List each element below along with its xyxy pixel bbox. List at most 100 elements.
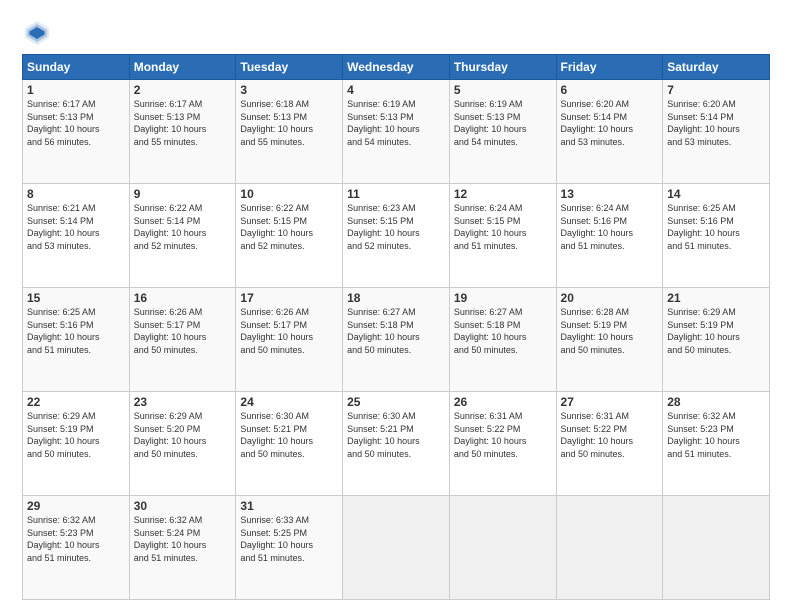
calendar-week-row: 8 Sunrise: 6:21 AM Sunset: 5:14 PM Dayli…	[23, 184, 770, 288]
calendar-cell: 12 Sunrise: 6:24 AM Sunset: 5:15 PM Dayl…	[449, 184, 556, 288]
calendar-cell: 5 Sunrise: 6:19 AM Sunset: 5:13 PM Dayli…	[449, 80, 556, 184]
day-content: Sunrise: 6:27 AM Sunset: 5:18 PM Dayligh…	[347, 306, 445, 356]
day-content: Sunrise: 6:24 AM Sunset: 5:15 PM Dayligh…	[454, 202, 552, 252]
day-number: 19	[454, 291, 552, 305]
calendar-week-row: 15 Sunrise: 6:25 AM Sunset: 5:16 PM Dayl…	[23, 288, 770, 392]
calendar-week-row: 22 Sunrise: 6:29 AM Sunset: 5:19 PM Dayl…	[23, 392, 770, 496]
day-content: Sunrise: 6:25 AM Sunset: 5:16 PM Dayligh…	[667, 202, 765, 252]
calendar-week-row: 1 Sunrise: 6:17 AM Sunset: 5:13 PM Dayli…	[23, 80, 770, 184]
day-number: 17	[240, 291, 338, 305]
calendar-cell: 30 Sunrise: 6:32 AM Sunset: 5:24 PM Dayl…	[129, 496, 236, 600]
day-number: 24	[240, 395, 338, 409]
weekday-header-tuesday: Tuesday	[236, 55, 343, 80]
calendar-cell: 23 Sunrise: 6:29 AM Sunset: 5:20 PM Dayl…	[129, 392, 236, 496]
day-number: 15	[27, 291, 125, 305]
calendar-cell: 10 Sunrise: 6:22 AM Sunset: 5:15 PM Dayl…	[236, 184, 343, 288]
day-number: 11	[347, 187, 445, 201]
day-content: Sunrise: 6:21 AM Sunset: 5:14 PM Dayligh…	[27, 202, 125, 252]
day-content: Sunrise: 6:29 AM Sunset: 5:20 PM Dayligh…	[134, 410, 232, 460]
calendar-cell: 7 Sunrise: 6:20 AM Sunset: 5:14 PM Dayli…	[663, 80, 770, 184]
calendar-cell: 20 Sunrise: 6:28 AM Sunset: 5:19 PM Dayl…	[556, 288, 663, 392]
day-content: Sunrise: 6:31 AM Sunset: 5:22 PM Dayligh…	[561, 410, 659, 460]
day-content: Sunrise: 6:31 AM Sunset: 5:22 PM Dayligh…	[454, 410, 552, 460]
calendar-cell: 31 Sunrise: 6:33 AM Sunset: 5:25 PM Dayl…	[236, 496, 343, 600]
calendar-cell	[663, 496, 770, 600]
logo-icon	[22, 18, 52, 48]
weekday-header-row: SundayMondayTuesdayWednesdayThursdayFrid…	[23, 55, 770, 80]
calendar-cell: 27 Sunrise: 6:31 AM Sunset: 5:22 PM Dayl…	[556, 392, 663, 496]
calendar-cell: 11 Sunrise: 6:23 AM Sunset: 5:15 PM Dayl…	[343, 184, 450, 288]
day-number: 26	[454, 395, 552, 409]
day-number: 4	[347, 83, 445, 97]
day-content: Sunrise: 6:32 AM Sunset: 5:23 PM Dayligh…	[667, 410, 765, 460]
calendar-cell: 16 Sunrise: 6:26 AM Sunset: 5:17 PM Dayl…	[129, 288, 236, 392]
day-number: 10	[240, 187, 338, 201]
day-content: Sunrise: 6:17 AM Sunset: 5:13 PM Dayligh…	[27, 98, 125, 148]
day-number: 22	[27, 395, 125, 409]
calendar-week-row: 29 Sunrise: 6:32 AM Sunset: 5:23 PM Dayl…	[23, 496, 770, 600]
day-content: Sunrise: 6:22 AM Sunset: 5:15 PM Dayligh…	[240, 202, 338, 252]
day-number: 25	[347, 395, 445, 409]
day-number: 12	[454, 187, 552, 201]
calendar-cell: 8 Sunrise: 6:21 AM Sunset: 5:14 PM Dayli…	[23, 184, 130, 288]
day-number: 2	[134, 83, 232, 97]
day-number: 6	[561, 83, 659, 97]
day-content: Sunrise: 6:18 AM Sunset: 5:13 PM Dayligh…	[240, 98, 338, 148]
calendar-cell: 2 Sunrise: 6:17 AM Sunset: 5:13 PM Dayli…	[129, 80, 236, 184]
day-content: Sunrise: 6:26 AM Sunset: 5:17 PM Dayligh…	[240, 306, 338, 356]
calendar-cell: 6 Sunrise: 6:20 AM Sunset: 5:14 PM Dayli…	[556, 80, 663, 184]
weekday-header-thursday: Thursday	[449, 55, 556, 80]
day-number: 30	[134, 499, 232, 513]
calendar-cell: 4 Sunrise: 6:19 AM Sunset: 5:13 PM Dayli…	[343, 80, 450, 184]
day-number: 31	[240, 499, 338, 513]
day-number: 29	[27, 499, 125, 513]
day-content: Sunrise: 6:20 AM Sunset: 5:14 PM Dayligh…	[561, 98, 659, 148]
calendar-table: SundayMondayTuesdayWednesdayThursdayFrid…	[22, 54, 770, 600]
day-number: 28	[667, 395, 765, 409]
weekday-header-friday: Friday	[556, 55, 663, 80]
calendar-cell: 19 Sunrise: 6:27 AM Sunset: 5:18 PM Dayl…	[449, 288, 556, 392]
day-content: Sunrise: 6:30 AM Sunset: 5:21 PM Dayligh…	[347, 410, 445, 460]
day-number: 7	[667, 83, 765, 97]
header	[22, 18, 770, 48]
day-number: 13	[561, 187, 659, 201]
day-number: 9	[134, 187, 232, 201]
calendar-cell	[449, 496, 556, 600]
day-content: Sunrise: 6:27 AM Sunset: 5:18 PM Dayligh…	[454, 306, 552, 356]
calendar-cell: 28 Sunrise: 6:32 AM Sunset: 5:23 PM Dayl…	[663, 392, 770, 496]
weekday-header-saturday: Saturday	[663, 55, 770, 80]
day-content: Sunrise: 6:33 AM Sunset: 5:25 PM Dayligh…	[240, 514, 338, 564]
day-content: Sunrise: 6:29 AM Sunset: 5:19 PM Dayligh…	[667, 306, 765, 356]
calendar-cell: 26 Sunrise: 6:31 AM Sunset: 5:22 PM Dayl…	[449, 392, 556, 496]
day-content: Sunrise: 6:25 AM Sunset: 5:16 PM Dayligh…	[27, 306, 125, 356]
day-content: Sunrise: 6:17 AM Sunset: 5:13 PM Dayligh…	[134, 98, 232, 148]
calendar-cell: 25 Sunrise: 6:30 AM Sunset: 5:21 PM Dayl…	[343, 392, 450, 496]
calendar-cell: 3 Sunrise: 6:18 AM Sunset: 5:13 PM Dayli…	[236, 80, 343, 184]
calendar-cell	[343, 496, 450, 600]
day-content: Sunrise: 6:22 AM Sunset: 5:14 PM Dayligh…	[134, 202, 232, 252]
day-number: 23	[134, 395, 232, 409]
calendar-cell: 22 Sunrise: 6:29 AM Sunset: 5:19 PM Dayl…	[23, 392, 130, 496]
day-number: 21	[667, 291, 765, 305]
calendar-cell: 1 Sunrise: 6:17 AM Sunset: 5:13 PM Dayli…	[23, 80, 130, 184]
calendar-cell	[556, 496, 663, 600]
day-number: 5	[454, 83, 552, 97]
day-content: Sunrise: 6:19 AM Sunset: 5:13 PM Dayligh…	[454, 98, 552, 148]
day-content: Sunrise: 6:30 AM Sunset: 5:21 PM Dayligh…	[240, 410, 338, 460]
calendar-cell: 14 Sunrise: 6:25 AM Sunset: 5:16 PM Dayl…	[663, 184, 770, 288]
page: SundayMondayTuesdayWednesdayThursdayFrid…	[0, 0, 792, 612]
calendar-cell: 18 Sunrise: 6:27 AM Sunset: 5:18 PM Dayl…	[343, 288, 450, 392]
day-number: 18	[347, 291, 445, 305]
calendar-cell: 24 Sunrise: 6:30 AM Sunset: 5:21 PM Dayl…	[236, 392, 343, 496]
day-content: Sunrise: 6:32 AM Sunset: 5:24 PM Dayligh…	[134, 514, 232, 564]
day-content: Sunrise: 6:24 AM Sunset: 5:16 PM Dayligh…	[561, 202, 659, 252]
day-content: Sunrise: 6:23 AM Sunset: 5:15 PM Dayligh…	[347, 202, 445, 252]
calendar-cell: 9 Sunrise: 6:22 AM Sunset: 5:14 PM Dayli…	[129, 184, 236, 288]
day-number: 8	[27, 187, 125, 201]
calendar-cell: 13 Sunrise: 6:24 AM Sunset: 5:16 PM Dayl…	[556, 184, 663, 288]
day-content: Sunrise: 6:29 AM Sunset: 5:19 PM Dayligh…	[27, 410, 125, 460]
weekday-header-wednesday: Wednesday	[343, 55, 450, 80]
day-number: 1	[27, 83, 125, 97]
calendar-cell: 15 Sunrise: 6:25 AM Sunset: 5:16 PM Dayl…	[23, 288, 130, 392]
logo	[22, 18, 56, 48]
